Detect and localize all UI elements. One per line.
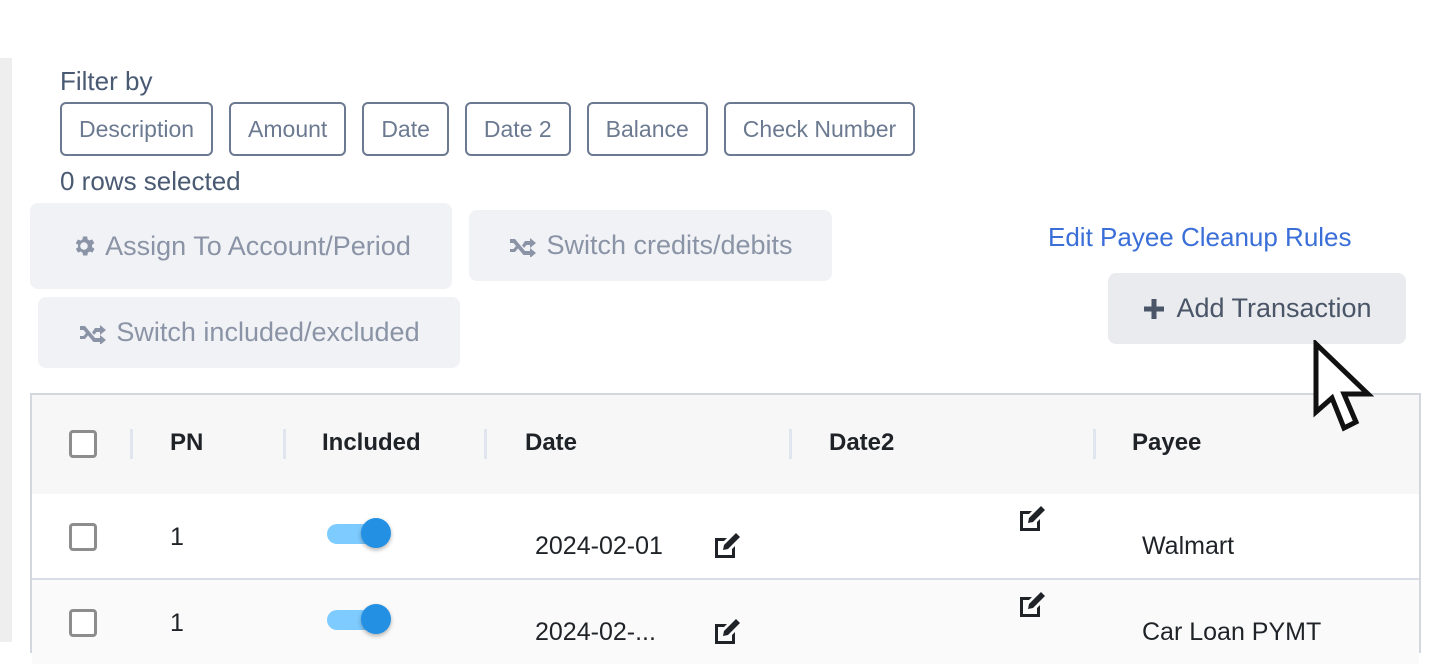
shuffle-icon bbox=[510, 237, 537, 257]
edit-date2-icon[interactable] bbox=[1017, 505, 1047, 533]
filter-date2-button[interactable]: Date 2 bbox=[464, 102, 571, 156]
edit-date2-icon[interactable] bbox=[1017, 591, 1047, 619]
cell-date: 2024-02-01 bbox=[535, 532, 663, 560]
edit-date-icon[interactable] bbox=[712, 532, 742, 560]
column-header-payee[interactable]: Payee bbox=[1132, 429, 1201, 457]
switch-credits-debits-button[interactable]: Switch credits/debits bbox=[469, 210, 832, 281]
cell-payee: Car Loan PYMT bbox=[1142, 618, 1322, 646]
included-toggle[interactable] bbox=[327, 518, 393, 552]
shuffle-icon bbox=[80, 324, 107, 344]
cell-pn: 1 bbox=[170, 523, 184, 551]
transactions-table: PN Included Date Date2 Payee 1 2024-02-0… bbox=[30, 393, 1421, 664]
plus-icon bbox=[1144, 298, 1165, 319]
switch-credits-debits-label: Switch credits/debits bbox=[546, 230, 793, 260]
filter-balance-button[interactable]: Balance bbox=[586, 102, 708, 156]
add-transaction-button[interactable]: Add Transaction bbox=[1108, 273, 1406, 344]
filter-description-button[interactable]: Description bbox=[60, 102, 214, 156]
cell-payee: Walmart bbox=[1142, 532, 1235, 560]
row-checkbox[interactable] bbox=[69, 609, 97, 637]
column-header-pn[interactable]: PN bbox=[170, 429, 203, 457]
toggle-knob bbox=[361, 604, 391, 634]
table-header: PN Included Date Date2 Payee bbox=[32, 395, 1419, 496]
select-all-checkbox[interactable] bbox=[69, 430, 97, 458]
column-separator bbox=[1093, 429, 1096, 459]
table-row: 1 2024-02-... Car Loan PYMT bbox=[32, 580, 1419, 664]
rows-selected-status: 0 rows selected bbox=[60, 166, 241, 196]
assign-button-label: Assign To Account/Period bbox=[105, 230, 411, 261]
filter-date-button[interactable]: Date bbox=[362, 102, 449, 156]
column-separator bbox=[789, 429, 792, 459]
row-checkbox[interactable] bbox=[69, 523, 97, 551]
column-header-date2[interactable]: Date2 bbox=[829, 429, 894, 457]
column-separator bbox=[130, 429, 133, 459]
filter-check-number-button[interactable]: Check Number bbox=[723, 102, 916, 156]
filter-label: Filter by bbox=[60, 66, 153, 96]
column-header-included[interactable]: Included bbox=[322, 429, 421, 457]
switch-included-excluded-label: Switch included/excluded bbox=[116, 317, 420, 347]
table-row: 1 2024-02-01 Walmart bbox=[32, 494, 1419, 580]
cell-pn: 1 bbox=[170, 609, 184, 637]
gear-icon bbox=[75, 236, 95, 256]
cell-date: 2024-02-... bbox=[535, 618, 656, 646]
included-toggle[interactable] bbox=[327, 604, 393, 638]
assign-to-account-period-button[interactable]: Assign To Account/Period bbox=[30, 203, 452, 289]
column-separator bbox=[283, 429, 286, 459]
column-header-date[interactable]: Date bbox=[525, 429, 577, 457]
add-transaction-label: Add Transaction bbox=[1176, 293, 1372, 323]
toggle-knob bbox=[361, 518, 391, 548]
left-rail bbox=[0, 58, 12, 642]
switch-included-excluded-button[interactable]: Switch included/excluded bbox=[38, 297, 460, 368]
edit-payee-cleanup-rules-link[interactable]: Edit Payee Cleanup Rules bbox=[1048, 222, 1352, 253]
column-separator bbox=[484, 429, 487, 459]
filter-button-group: Description Amount Date Date 2 Balance C… bbox=[60, 102, 916, 156]
filter-amount-button[interactable]: Amount bbox=[229, 102, 347, 156]
